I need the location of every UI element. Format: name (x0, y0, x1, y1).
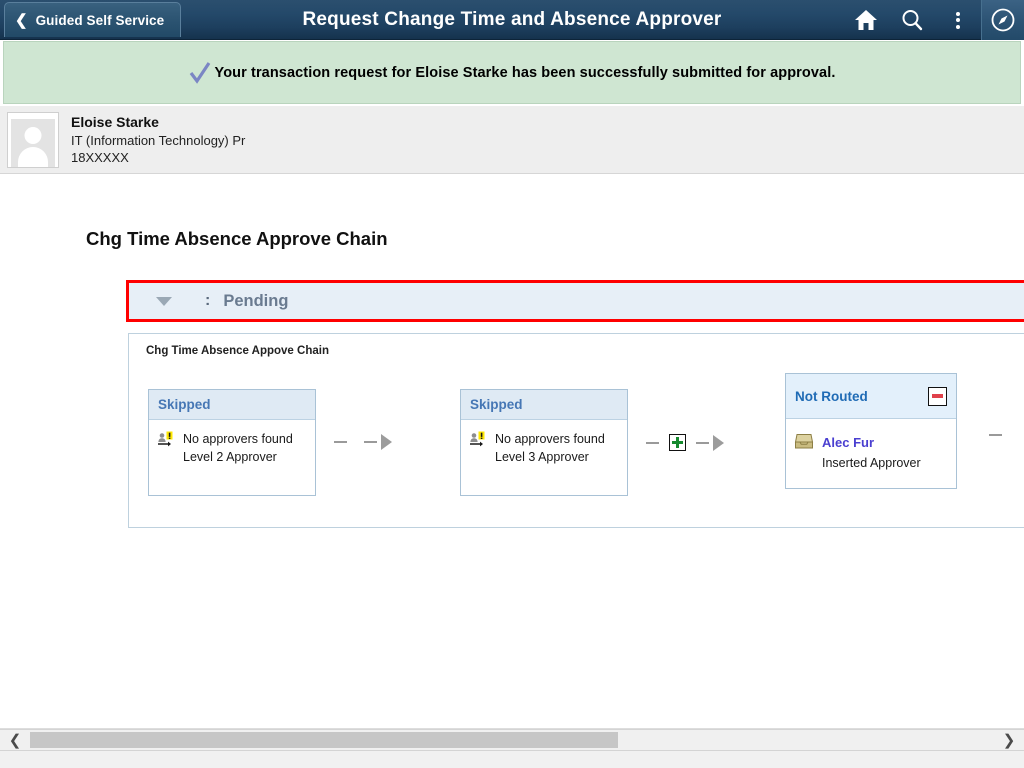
stage-connector-trailing (989, 434, 1002, 436)
success-banner-message: Your transaction request for Eloise Star… (214, 64, 836, 81)
stage-detail-line2: Inserted Approver (822, 456, 921, 471)
connector-dash (646, 441, 659, 444)
person-warning-icon (157, 431, 175, 449)
arrow-right-icon (381, 434, 392, 450)
employee-summary: Eloise Starke IT (Information Technology… (0, 106, 1024, 174)
scrollbar-track[interactable] (30, 732, 994, 748)
header-icon-group (843, 0, 1024, 40)
menu-dot (956, 18, 960, 22)
stage-detail-line2: Level 3 Approver (495, 450, 589, 465)
actions-menu-icon[interactable] (935, 0, 981, 40)
stage-status: Skipped (158, 397, 211, 412)
chevron-left-icon: ❮ (15, 11, 28, 29)
home-icon[interactable] (843, 0, 889, 40)
stage-connector (334, 434, 392, 450)
inbox-tray-icon (794, 433, 814, 450)
employee-id: 18XXXXX (71, 149, 129, 165)
menu-dot (956, 24, 960, 29)
stage-status: Skipped (470, 397, 523, 412)
approval-chain-panel: Chg Time Absence Appove Chain Skipped No… (128, 333, 1024, 528)
pending-separator: : (205, 292, 211, 309)
avatar-head (24, 126, 42, 144)
stage-header: Skipped (461, 390, 627, 420)
chevron-right-icon[interactable]: ❯ (994, 730, 1024, 750)
stage-header: Skipped (149, 390, 315, 420)
stage-detail-line1: No approvers found (183, 432, 293, 446)
checkmark-icon (189, 61, 211, 84)
success-banner: Your transaction request for Eloise Star… (3, 41, 1021, 104)
avatar-body (18, 146, 48, 167)
connector-dash (989, 434, 1002, 436)
navbar-compass-icon[interactable] (981, 0, 1024, 40)
menu-dot (956, 11, 960, 16)
stage-header: Not Routed (786, 374, 956, 419)
stage-connector (646, 434, 724, 451)
remove-minus-icon[interactable] (928, 386, 947, 406)
approval-stage-card[interactable]: Not Routed Alec Fur Inserted Approver (785, 373, 957, 489)
approval-stage-card[interactable]: Skipped No approvers found Level 3 Appro… (460, 389, 628, 496)
connector-dash (696, 441, 709, 444)
avatar (7, 111, 59, 168)
search-icon[interactable] (889, 0, 935, 40)
stage-status: Not Routed (795, 388, 868, 404)
horizontal-scrollbar[interactable]: ❮ ❯ (0, 729, 1024, 751)
chevron-down-icon[interactable] (156, 296, 172, 306)
employee-name: Eloise Starke (71, 114, 159, 131)
connector-dash (364, 441, 377, 443)
employee-department: IT (Information Technology) Pr (71, 132, 246, 148)
pending-section-header[interactable]: : Pending (126, 280, 1024, 322)
insert-plus-icon[interactable] (669, 434, 686, 451)
chain-subtitle: Chg Time Absence Appove Chain (146, 345, 329, 357)
scrollbar-thumb[interactable] (30, 732, 619, 748)
chevron-left-icon[interactable]: ❮ (0, 730, 30, 750)
connector-dash (334, 441, 347, 443)
stage-detail-line2: Level 2 Approver (183, 450, 277, 465)
app-header: ❮ Guided Self Service Request Change Tim… (0, 0, 1024, 40)
approver-name-link[interactable]: Alec Fur (822, 435, 874, 450)
status-badge: Pending (223, 291, 289, 310)
back-button-label: Guided Self Service (35, 12, 165, 28)
arrow-right-icon (713, 434, 724, 451)
page-title: Chg Time Absence Approve Chain (86, 228, 388, 249)
person-warning-icon (469, 431, 487, 449)
back-button[interactable]: ❮ Guided Self Service (4, 2, 182, 37)
footer-area: ❮ ❯ (0, 728, 1024, 768)
approval-stage-card[interactable]: Skipped No approvers found Level 2 Appro… (148, 389, 316, 496)
stage-detail-line1: No approvers found (495, 432, 605, 446)
person-avatar-icon (11, 118, 55, 167)
